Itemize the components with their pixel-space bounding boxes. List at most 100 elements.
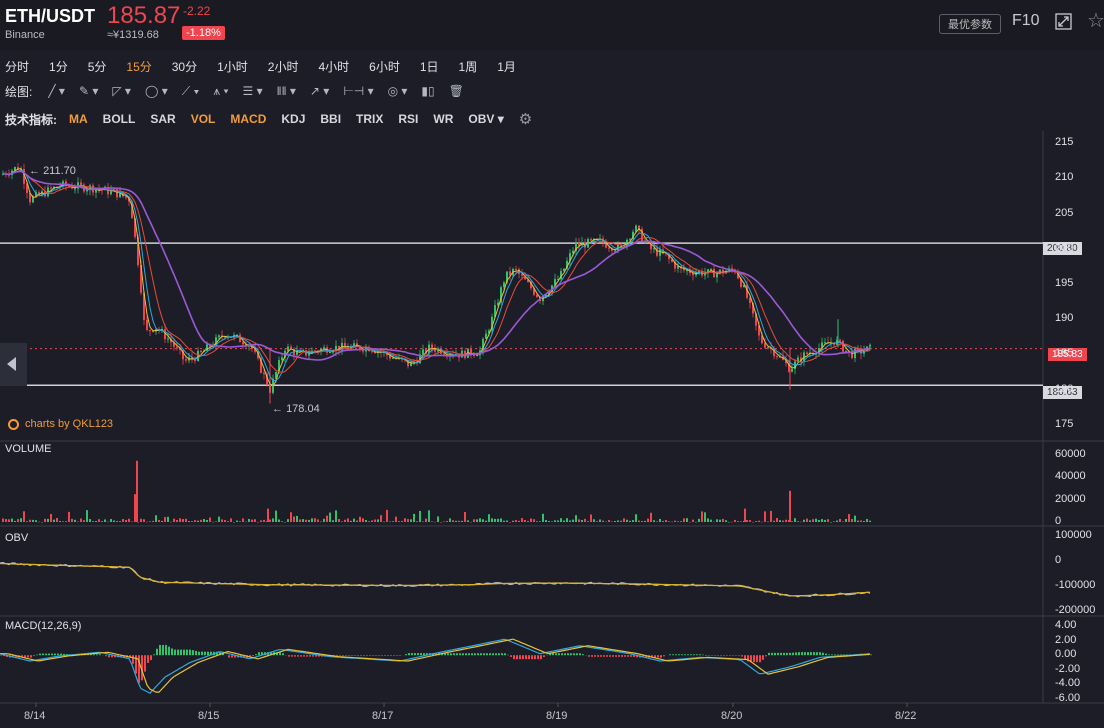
macd-histogram-bar	[498, 653, 500, 656]
volume-spike-bar	[789, 490, 791, 522]
channel-tool-icon[interactable]: ‖‖ ▾	[277, 84, 296, 98]
period-tab[interactable]: 1小时	[217, 58, 248, 75]
volume-bar	[809, 520, 811, 522]
collapse-left-arrow-icon[interactable]	[0, 343, 27, 386]
indicator-kdj[interactable]: KDJ	[281, 112, 305, 126]
circle-tool-icon[interactable]: ◯ ▾	[145, 84, 168, 98]
fullscreen-icon[interactable]	[1055, 13, 1072, 30]
macd-histogram-bar	[612, 655, 614, 657]
period-tab[interactable]: 1日	[420, 58, 439, 75]
macd-histogram-bar	[615, 655, 617, 657]
volume-bar	[725, 520, 727, 522]
volume-bar	[797, 521, 799, 522]
volume-bar	[149, 521, 151, 522]
indicator-sar[interactable]: SAR	[150, 112, 175, 126]
indicator-wr[interactable]: WR	[433, 112, 453, 126]
candle-body	[287, 346, 289, 351]
macd-histogram-bar	[30, 655, 32, 658]
period-tab[interactable]: 1月	[497, 58, 516, 75]
volume-bar	[578, 519, 580, 522]
best-params-button[interactable]: 最优参数	[939, 14, 1001, 34]
volume-bar	[527, 520, 529, 522]
macd-histogram-bar	[93, 654, 95, 656]
macd-histogram-bar	[51, 653, 53, 656]
macd-histogram-bar	[168, 646, 170, 656]
macd-histogram-bar	[381, 655, 383, 656]
macd-histogram-bar	[54, 653, 56, 656]
macd-histogram-bar	[165, 644, 167, 656]
indicator-rsi[interactable]: RSI	[398, 112, 418, 126]
volume-bar	[647, 518, 649, 522]
volume-bar	[752, 521, 754, 523]
volume-bar	[560, 518, 562, 522]
macd-histogram-bar	[27, 655, 29, 658]
period-tab[interactable]: 6小时	[369, 58, 400, 75]
volume-bar	[698, 518, 700, 522]
macd-histogram-bar	[735, 655, 737, 656]
macd-histogram-bar	[144, 655, 146, 672]
period-tab[interactable]: 分时	[5, 58, 29, 75]
volume-bar	[77, 521, 79, 523]
volume-bar	[86, 510, 88, 522]
macd-histogram-bar	[525, 655, 527, 660]
chart-tool-icon[interactable]: ▮▯	[421, 84, 434, 98]
trash-icon[interactable]: 🗑	[449, 84, 464, 98]
candle-body	[767, 347, 769, 349]
trading-chart[interactable]	[0, 131, 1104, 728]
macd-histogram-bar	[564, 653, 566, 656]
period-tab[interactable]: 2小时	[268, 58, 299, 75]
favorite-star-icon[interactable]: ☆	[1087, 8, 1104, 33]
macd-histogram-bar	[474, 653, 476, 656]
indicator-macd[interactable]: MACD	[230, 112, 266, 126]
volume-bar	[419, 510, 421, 522]
arrow-tool-icon[interactable]: ↗ ▾	[310, 84, 329, 98]
wave-tool-icon[interactable]: ⟋ ▾	[182, 84, 200, 99]
volume-bar	[443, 521, 445, 522]
pattern-tool-icon[interactable]: ⩚ ▾	[213, 84, 228, 99]
period-tab[interactable]: 1分	[49, 58, 68, 75]
candle-body	[308, 353, 310, 356]
indicator-boll[interactable]: BOLL	[103, 112, 136, 126]
range-tool-icon[interactable]: ⊢⊣ ▾	[343, 84, 373, 98]
volume-bar	[275, 510, 277, 522]
volume-bar	[614, 521, 616, 522]
indicator-obv[interactable]: OBV ▾	[468, 112, 503, 126]
volume-bar	[302, 519, 304, 522]
volume-bar	[794, 518, 796, 522]
volume-bar	[410, 519, 412, 522]
volume-bar	[665, 519, 667, 522]
period-tab[interactable]: 5分	[88, 58, 107, 75]
volume-bar	[719, 519, 721, 522]
macd-histogram-bar	[96, 654, 98, 656]
period-tab[interactable]: 1周	[459, 58, 478, 75]
macd-histogram-bar	[810, 652, 812, 656]
indicator-trix[interactable]: TRIX	[356, 112, 383, 126]
volume-bar	[389, 521, 391, 522]
volume-bar	[146, 521, 148, 523]
indicator-vol[interactable]: VOL	[191, 112, 216, 126]
macd-histogram-bar	[411, 653, 413, 656]
volume-bar	[395, 516, 397, 522]
f10-button[interactable]: F10	[1012, 12, 1040, 30]
volume-bar	[59, 521, 61, 522]
indicator-bbi[interactable]: BBI	[320, 112, 341, 126]
indicator-settings-gear-icon[interactable]: ⚙	[519, 110, 532, 128]
macd-histogram-bar	[786, 652, 788, 656]
note-tool-icon[interactable]: ◎ ▾	[388, 84, 408, 98]
high-price-label: ← 211.70	[29, 165, 76, 177]
candle-body	[167, 338, 169, 340]
period-tab[interactable]: 15分	[126, 58, 151, 75]
volume-bar	[434, 521, 436, 523]
line-tool-icon[interactable]: ╱ ▾	[48, 84, 65, 98]
macd-histogram-bar	[387, 655, 389, 656]
period-tab[interactable]: 30分	[172, 58, 197, 75]
candle-body	[776, 356, 778, 358]
indicator-ma[interactable]: MA	[69, 112, 88, 126]
triangle-tool-icon[interactable]: ◸ ▾	[112, 84, 131, 98]
period-tab[interactable]: 4小时	[318, 58, 349, 75]
pen-tool-icon[interactable]: ✎ ▾	[79, 84, 98, 98]
fib-tool-icon[interactable]: ☰ ▾	[243, 84, 263, 98]
volume-bar	[806, 518, 808, 522]
candle-body	[503, 282, 505, 288]
macd-histogram-bar	[312, 655, 314, 657]
